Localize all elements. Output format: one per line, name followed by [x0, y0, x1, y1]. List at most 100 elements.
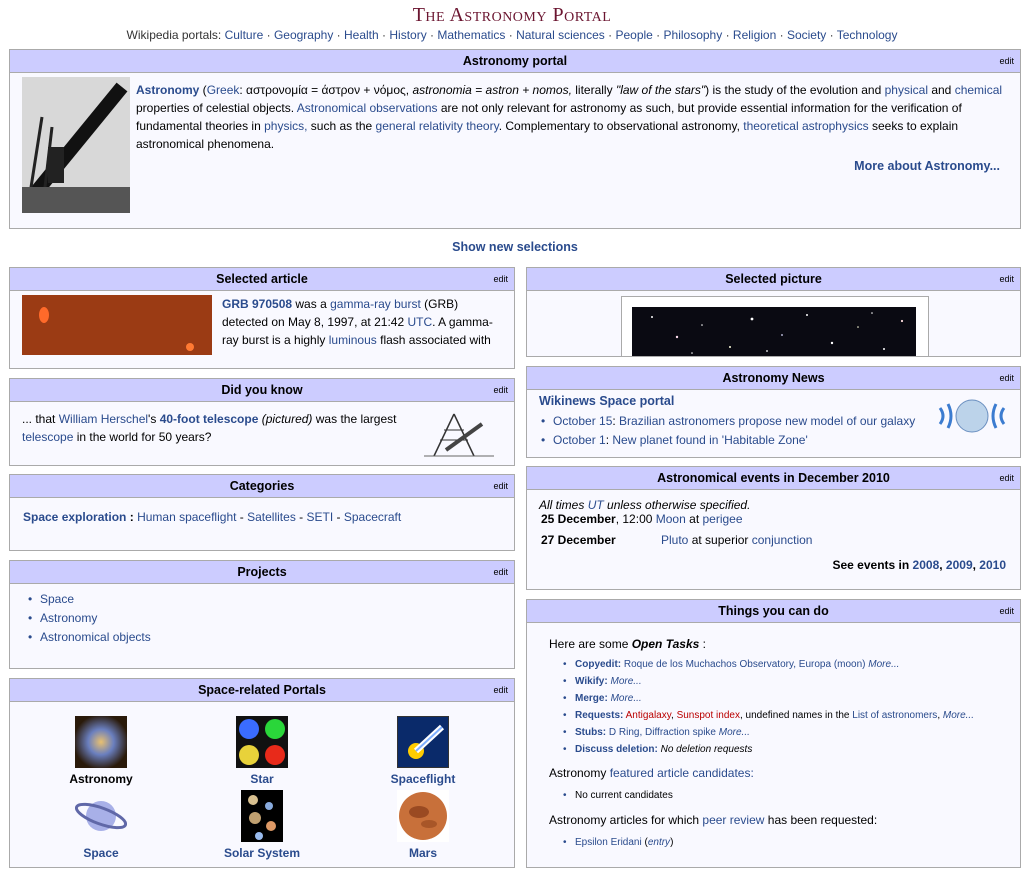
category-satellites[interactable]: Satellites [247, 510, 296, 524]
portal-tile-astronomy[interactable]: Astronomy [41, 716, 161, 786]
more-link[interactable]: More... [611, 693, 642, 704]
portal-tile-space[interactable]: Space [41, 790, 161, 860]
grb-afterglow-image[interactable] [22, 295, 212, 355]
category-spacecraft[interactable]: Spacecraft [344, 510, 401, 524]
selected-article-edit-link[interactable]: edit [493, 268, 508, 290]
more-about-astronomy-link[interactable]: More about Astronomy... [854, 159, 1000, 173]
featured-article-candidates-link[interactable]: featured article candidates: [610, 766, 754, 780]
events-2008-link[interactable]: 2008 [913, 558, 940, 572]
events-2010-link[interactable]: 2010 [979, 558, 1006, 572]
william-herschel-link[interactable]: William Herschel [59, 412, 148, 426]
did-you-know-edit-link[interactable]: edit [493, 379, 508, 401]
observations-link[interactable]: Astronomical observations [297, 101, 438, 115]
peer-review-link[interactable]: peer review [702, 813, 764, 827]
portal-nav: Wikipedia portals: Culture · Geography ·… [126, 28, 898, 42]
forty-foot-telescope-image[interactable] [424, 410, 494, 458]
merge-link[interactable]: Merge: [575, 693, 608, 704]
portal-label-spaceflight[interactable]: Spaceflight [391, 772, 456, 786]
categories-edit-link[interactable]: edit [493, 475, 508, 497]
list-item: Merge: More... [561, 690, 1020, 707]
list-of-astronomers-link[interactable]: List of astronomers [852, 710, 937, 721]
general-relativity-link[interactable]: general relativity theory [376, 119, 499, 133]
perigee-link[interactable]: perigee [703, 512, 743, 526]
project-space-link[interactable]: Space [40, 592, 74, 606]
portal-link-society[interactable]: Society [787, 28, 826, 42]
portal-link-mathematics[interactable]: Mathematics [437, 28, 505, 42]
news-date-link[interactable]: October 15 [553, 414, 612, 428]
wikinews-space-portal-link[interactable]: Wikinews Space portal [539, 394, 674, 408]
events-edit-link[interactable]: edit [999, 467, 1014, 489]
selected-picture-edit-link[interactable]: edit [999, 268, 1014, 290]
forty-foot-telescope-link[interactable]: 40-foot telescope [160, 412, 259, 426]
greek-link[interactable]: Greek [207, 83, 240, 97]
portal-label-space[interactable]: Space [83, 846, 118, 860]
news-item-link[interactable]: Brazilian astronomers propose new model … [619, 414, 915, 428]
portal-link-philosophy[interactable]: Philosophy [664, 28, 723, 42]
astronomy-news-edit-link[interactable]: edit [999, 367, 1014, 389]
portal-link-technology[interactable]: Technology [837, 28, 898, 42]
requests-link[interactable]: Requests: [575, 710, 623, 721]
events-2009-link[interactable]: 2009 [946, 558, 973, 572]
portal-label-star[interactable]: Star [250, 772, 273, 786]
portal-tile-mars[interactable]: Mars [363, 790, 483, 860]
luminous-link[interactable]: luminous [329, 333, 377, 347]
category-seti[interactable]: SETI [307, 510, 334, 524]
physics-link[interactable]: physics, [264, 119, 307, 133]
news-item-link[interactable]: New planet found in 'Habitable Zone' [612, 433, 807, 447]
things-edit-link[interactable]: edit [999, 600, 1014, 622]
portal-tile-star[interactable]: Star [202, 716, 322, 786]
discuss-deletion-link[interactable]: Discuss deletion: [575, 744, 658, 755]
planet-icon [74, 790, 128, 842]
chemical-link[interactable]: chemical [955, 83, 1002, 97]
project-astronomy-link[interactable]: Astronomy [40, 611, 97, 625]
stubs-link[interactable]: Stubs: [575, 727, 606, 738]
intro-edit-link[interactable]: edit [999, 50, 1014, 72]
portal-link-religion[interactable]: Religion [733, 28, 776, 42]
portal-link-natural-sciences[interactable]: Natural sciences [516, 28, 605, 42]
portal-link-health[interactable]: Health [344, 28, 379, 42]
moon-link[interactable]: Moon [656, 512, 686, 526]
antigalaxy-link[interactable]: Antigalaxy [626, 710, 671, 721]
astronomer-telescope-image[interactable] [22, 77, 130, 214]
news-date-link[interactable]: October 1 [553, 433, 606, 447]
portal-tile-spaceflight[interactable]: Spaceflight [363, 716, 483, 786]
conjunction-link[interactable]: conjunction [752, 533, 813, 547]
show-new-selections-link[interactable]: Show new selections [0, 240, 1024, 254]
astronomy-link[interactable]: Astronomy [136, 83, 199, 97]
more-link[interactable]: More... [868, 659, 899, 670]
portal-link-geography[interactable]: Geography [274, 28, 333, 42]
gamma-ray-burst-link[interactable]: gamma-ray burst [330, 297, 421, 311]
copyedit-link[interactable]: Copyedit: [575, 659, 621, 670]
projects-edit-link[interactable]: edit [493, 561, 508, 583]
more-link[interactable]: More... [943, 710, 974, 721]
starfield-image[interactable] [632, 307, 916, 356]
project-astronomical-objects-link[interactable]: Astronomical objects [40, 630, 151, 644]
portal-link-people[interactable]: People [615, 28, 652, 42]
space-exploration-link[interactable]: Space exploration [23, 510, 126, 524]
more-link[interactable]: More... [719, 727, 750, 738]
portal-link-culture[interactable]: Culture [225, 28, 264, 42]
wikinews-logo-icon[interactable] [936, 394, 1008, 438]
portal-label-mars[interactable]: Mars [409, 846, 437, 860]
grb-970508-link[interactable]: GRB 970508 [222, 297, 292, 311]
wikify-link[interactable]: Wikify: [575, 676, 608, 687]
stubs-items-link[interactable]: D Ring, Diffraction spike [609, 727, 716, 738]
more-link[interactable]: More... [610, 676, 641, 687]
epsilon-eridani-link[interactable]: Epsilon Eridani [575, 837, 642, 848]
space-portals-edit-link[interactable]: edit [493, 679, 508, 701]
theoretical-astrophysics-link[interactable]: theoretical astrophysics [743, 119, 868, 133]
physical-link[interactable]: physical [885, 83, 928, 97]
ut-link[interactable]: UT [588, 498, 604, 512]
utc-link[interactable]: UTC [407, 315, 432, 329]
entry-link[interactable]: entry [648, 837, 670, 848]
pluto-link[interactable]: Pluto [661, 533, 688, 547]
sunspot-index-link[interactable]: Sunspot index [677, 710, 740, 721]
copyedit-items-link[interactable]: Roque de los Muchachos Observatory, Euro… [624, 659, 866, 670]
portal-label-solar-system[interactable]: Solar System [224, 846, 300, 860]
fac-line: Astronomy featured article candidates: [549, 766, 1020, 780]
event-row: 27 December [541, 533, 616, 547]
portal-tile-solar-system[interactable]: Solar System [202, 790, 322, 860]
portal-link-history[interactable]: History [389, 28, 426, 42]
telescope-link[interactable]: telescope [22, 430, 73, 444]
category-human-spaceflight[interactable]: Human spaceflight [137, 510, 236, 524]
